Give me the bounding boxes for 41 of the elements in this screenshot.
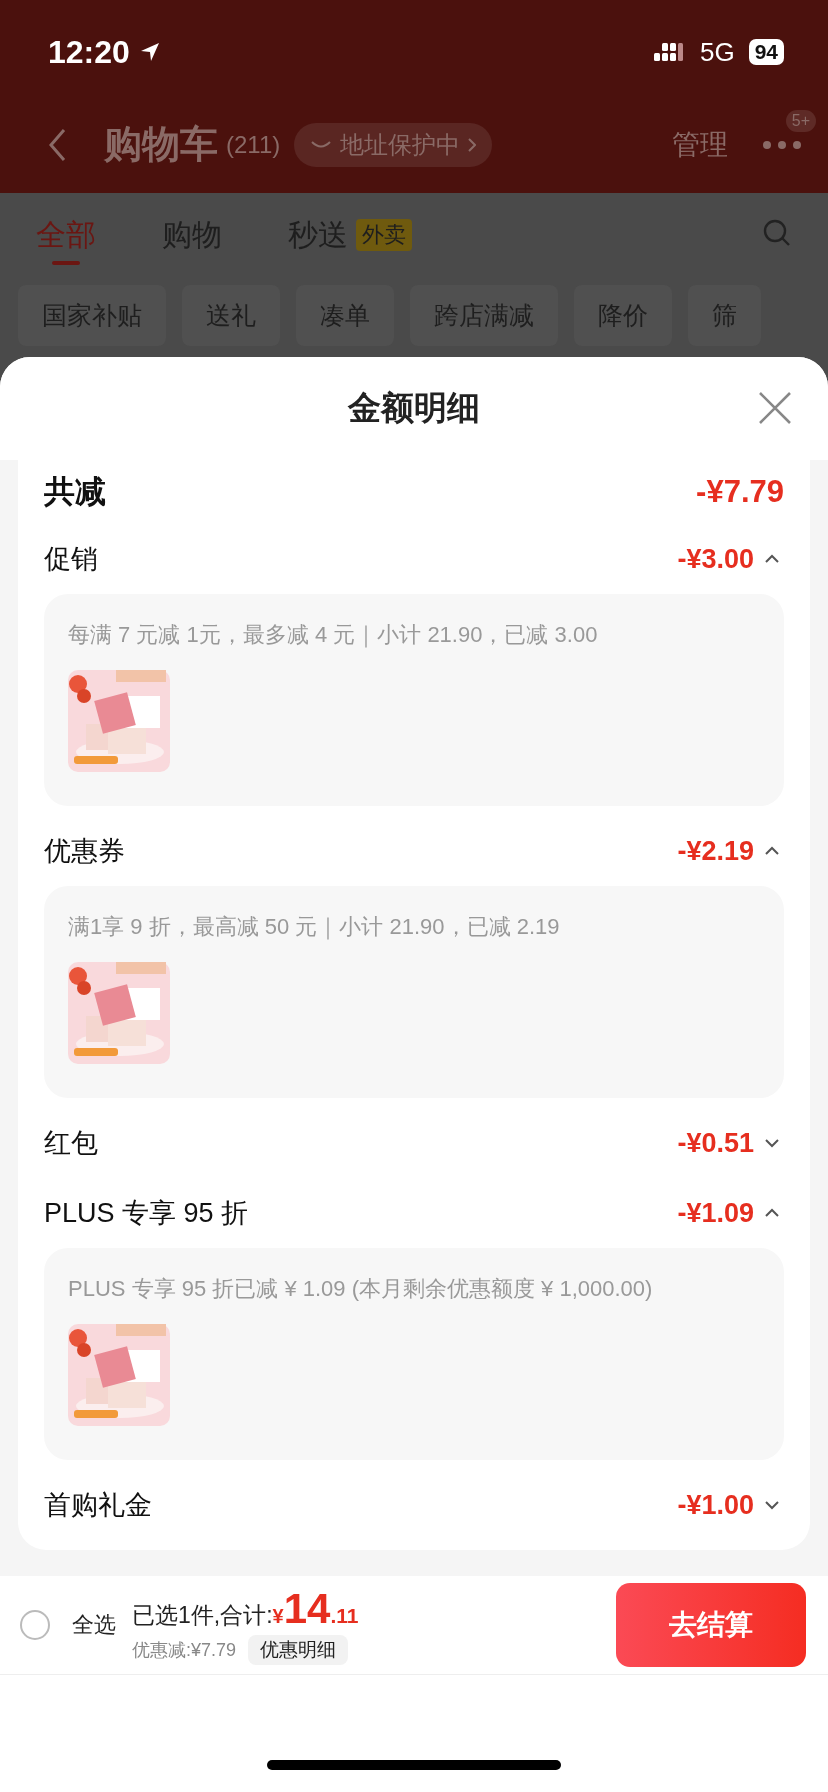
back-icon[interactable] <box>46 126 68 163</box>
close-icon[interactable] <box>758 391 792 425</box>
total-price: ¥14.11 <box>272 1585 359 1633</box>
chevron-right-icon <box>468 137 477 152</box>
discount-amount: -¥2.19 <box>677 835 754 867</box>
total-label: 共减 <box>44 473 106 511</box>
discount-detail: 满1享 9 折，最高减 50 元｜小计 21.90，已减 2.19 <box>68 913 561 942</box>
select-all-checkbox[interactable] <box>20 1610 50 1640</box>
chevron-icon[interactable] <box>764 1500 780 1510</box>
selected-summary: 已选1件,合计: <box>132 1601 273 1630</box>
cart-count: (211) <box>226 130 281 159</box>
checkout-button[interactable]: 去结算 <box>616 1583 806 1667</box>
status-time: 12:20 <box>48 33 130 71</box>
category-tab[interactable]: 全部 <box>36 201 96 265</box>
discount-label: PLUS 专享 95 折 <box>44 1197 249 1230</box>
page-title: 购物车 <box>104 122 218 167</box>
discount-detail: 每满 7 元减 1元，最多减 4 元｜小计 21.90，已减 3.00 <box>68 621 599 650</box>
discount-label: 促销 <box>44 543 98 576</box>
discount-label: 红包 <box>44 1127 98 1160</box>
manage-link[interactable]: 管理 <box>672 125 728 164</box>
chevron-icon[interactable] <box>764 554 780 564</box>
chevron-icon[interactable] <box>764 1138 780 1148</box>
discount-amount: -¥1.09 <box>677 1197 754 1229</box>
network-label: 5G <box>699 36 735 68</box>
discount-summary: 优惠减:¥7.79 <box>132 1639 237 1662</box>
discount-detail-button[interactable]: 优惠明细 <box>248 1635 349 1665</box>
sheet-title: 金额明细 <box>348 388 480 428</box>
total-amount: -¥7.79 <box>696 474 784 510</box>
discount-detail: PLUS 专享 95 折已减 ¥ 1.09 (本月剩余优惠额度 ¥ 1,000.00) <box>68 1275 654 1303</box>
discount-label: 首购礼金 <box>44 1489 152 1522</box>
notification-badge: 5+ <box>785 109 816 132</box>
more-icon[interactable] <box>762 139 802 150</box>
discount-amount: -¥0.51 <box>677 1127 754 1159</box>
address-protection-badge[interactable]: 地址保护中 <box>294 122 493 167</box>
discount-amount: -¥1.00 <box>677 1489 754 1521</box>
battery-indicator: 94 <box>748 39 784 65</box>
chevron-icon[interactable] <box>764 1208 780 1218</box>
select-all-label[interactable]: 全选 <box>72 1610 116 1640</box>
discount-label: 优惠券 <box>44 835 125 868</box>
chevron-icon[interactable] <box>764 846 780 856</box>
discount-amount: -¥3.00 <box>677 543 754 575</box>
